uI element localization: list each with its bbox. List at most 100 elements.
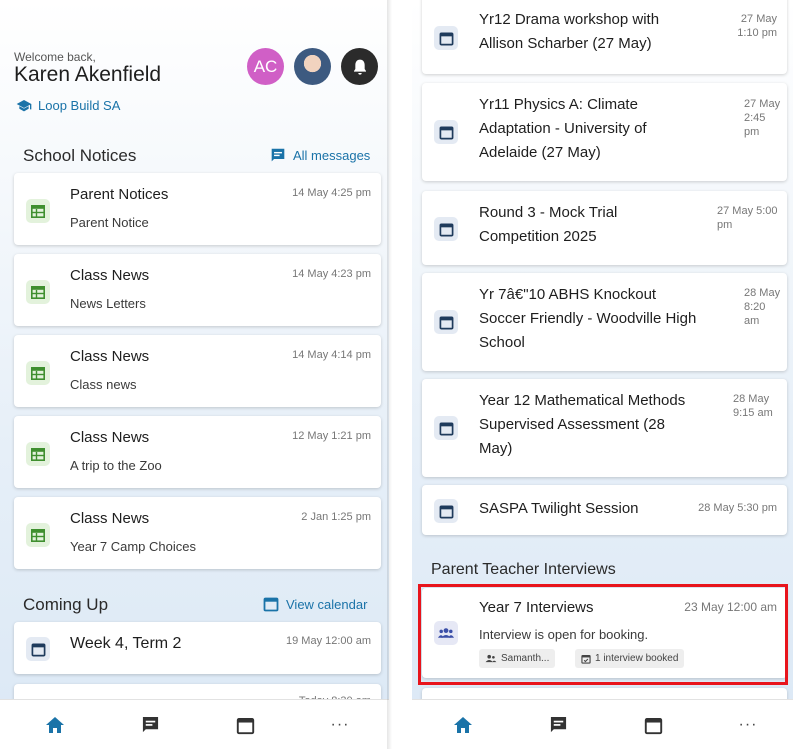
graduation-cap-icon — [16, 99, 32, 111]
event-time: 9:15 am — [733, 407, 773, 419]
event-title-line: Soccer Friendly - Woodville High — [479, 310, 697, 327]
calendar-icon — [434, 26, 458, 50]
nav-more[interactable]: ··· — [328, 714, 352, 736]
event-time: am — [744, 315, 760, 327]
notifications-button[interactable] — [341, 48, 378, 85]
event-time: 28 May — [733, 393, 770, 405]
event-time: pm — [717, 219, 733, 231]
event-card[interactable]: Yr12 Drama workshop with Allison Scharbe… — [422, 0, 787, 74]
all-messages-label: All messages — [293, 148, 371, 163]
nav-messages[interactable] — [138, 714, 162, 736]
school-name: Loop Build SA — [38, 98, 121, 113]
event-time: 2:45 — [744, 112, 766, 124]
message-icon — [550, 716, 566, 733]
school-notices-heading: School Notices — [23, 146, 137, 165]
event-time: 27 May — [744, 98, 781, 110]
calendar-icon — [434, 499, 458, 523]
notice-time: 14 May 4:23 pm — [292, 268, 371, 280]
calendar-icon — [26, 637, 50, 661]
home-icon — [46, 717, 64, 733]
notice-icon — [26, 523, 50, 547]
notice-title: Class News — [70, 429, 150, 446]
notice-title: Parent Notices — [70, 186, 169, 203]
nav-messages[interactable] — [546, 714, 570, 736]
event-card[interactable]: Yr 7â€"10 ABHS Knockout Soccer Friendly … — [422, 273, 787, 371]
notice-icon — [26, 280, 50, 304]
event-title-line: Round 3 - Mock Trial — [479, 204, 618, 221]
notice-title: Class News — [70, 267, 150, 284]
nav-home[interactable] — [451, 714, 475, 736]
event-title-line: Adaptation - University of — [479, 120, 647, 137]
calendar-icon — [236, 717, 254, 734]
bottom-navigation: ··· — [412, 699, 793, 749]
avatar-photo[interactable] — [294, 48, 331, 85]
notice-subtitle: A trip to the Zoo — [70, 458, 162, 473]
event-card[interactable]: Year 12 Mathematical Methods Supervised … — [422, 379, 787, 477]
event-card[interactable]: Round 3 - Mock Trial Competition 2025 27… — [422, 191, 787, 265]
notice-card[interactable]: Parent Notices Parent Notice 14 May 4:25… — [14, 173, 381, 245]
event-title-line: Yr12 Drama workshop with — [479, 11, 660, 28]
notice-icon — [26, 442, 50, 466]
notice-title: Class News — [70, 348, 150, 365]
avatar-initials[interactable]: AC — [247, 48, 284, 85]
calendar-icon — [434, 120, 458, 144]
event-title-line: Competition 2025 — [479, 228, 597, 245]
calendar-icon — [263, 597, 279, 612]
calendar-icon — [644, 717, 662, 734]
notice-time: 12 May 1:21 pm — [292, 430, 371, 442]
more-icon: ··· — [738, 716, 758, 733]
welcome-text: Welcome back, — [14, 50, 96, 64]
notice-time: 2 Jan 1:25 pm — [301, 511, 371, 523]
event-title: Week 4, Term 2 — [70, 635, 182, 652]
notice-icon — [26, 361, 50, 385]
nav-calendar[interactable] — [233, 714, 257, 736]
notice-title: Class News — [70, 510, 150, 527]
bell-icon — [353, 59, 366, 75]
event-time: pm — [744, 126, 760, 138]
event-card[interactable]: SASPA Twilight Session 28 May 5:30 pm — [422, 485, 787, 535]
event-title-line: Adelaide (27 May) — [479, 144, 601, 161]
event-time: 19 May 12:00 am — [286, 635, 371, 647]
calendar-icon — [434, 217, 458, 241]
event-title-line: Yr11 Physics A: Climate — [479, 96, 638, 113]
notice-subtitle: News Letters — [70, 296, 146, 311]
notice-time: 14 May 4:14 pm — [292, 349, 371, 361]
calendar-icon — [434, 416, 458, 440]
notice-card[interactable]: Class News A trip to the Zoo 12 May 1:21… — [14, 416, 381, 488]
notice-subtitle: Class news — [70, 377, 137, 392]
nav-calendar[interactable] — [641, 714, 665, 736]
event-card[interactable]: Yr11 Physics A: Climate Adaptation - Uni… — [422, 83, 787, 181]
more-icon: ··· — [330, 716, 350, 733]
coming-up-heading: Coming Up — [23, 595, 109, 614]
panel-shadow — [387, 0, 392, 749]
event-time: 28 May — [744, 287, 781, 299]
calendar-icon — [434, 310, 458, 334]
event-card[interactable]: Week 4, Term 2 19 May 12:00 am — [14, 622, 381, 674]
nav-more[interactable]: ··· — [736, 714, 760, 736]
view-calendar-label: View calendar — [286, 596, 368, 612]
all-messages-link[interactable]: All messages — [270, 148, 370, 163]
event-time: 8:20 — [744, 301, 766, 313]
message-icon — [271, 148, 285, 162]
home-screen-left: Welcome back, Karen Akenfield Loop Build… — [0, 0, 389, 749]
highlight-box — [418, 584, 788, 685]
nav-home[interactable] — [43, 714, 67, 736]
event-title-line: Yr 7â€"10 ABHS Knockout — [479, 286, 657, 303]
school-selector[interactable]: Loop Build SA — [16, 98, 120, 113]
event-title-line: Allison Scharber (27 May) — [479, 35, 652, 52]
view-calendar-link[interactable]: View calendar — [263, 596, 367, 612]
home-icon — [454, 717, 472, 733]
message-icon — [142, 716, 158, 733]
event-time: 1:10 pm — [737, 27, 777, 39]
event-time: 27 May — [740, 13, 777, 25]
notice-card[interactable]: Class News Class news 14 May 4:14 pm — [14, 335, 381, 407]
event-title-line: Supervised Assessment (28 — [479, 416, 665, 433]
event-title-line: SASPA Twilight Session — [479, 500, 639, 517]
notice-time: 14 May 4:25 pm — [292, 187, 371, 199]
bottom-navigation: ··· — [0, 699, 389, 749]
notice-card[interactable]: Class News News Letters 14 May 4:23 pm — [14, 254, 381, 326]
notice-card[interactable]: Class News Year 7 Camp Choices 2 Jan 1:2… — [14, 497, 381, 569]
event-title-line: May) — [479, 440, 513, 457]
event-time: 28 May 5:30 pm — [698, 502, 777, 514]
event-title-line: Year 12 Mathematical Methods — [479, 392, 686, 409]
